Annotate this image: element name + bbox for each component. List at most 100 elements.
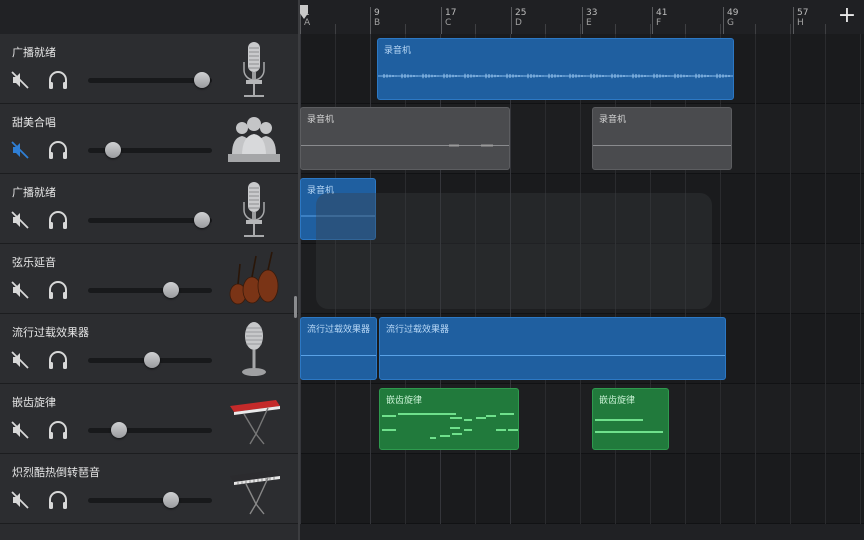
track-lane[interactable]: [300, 454, 864, 524]
track-region[interactable]: 流行过载效果器: [300, 317, 377, 380]
strings-icon[interactable]: [224, 250, 284, 308]
ruler-bar-number: 33: [586, 8, 598, 18]
solo-button[interactable]: [47, 420, 69, 440]
volume-slider[interactable]: [88, 352, 212, 368]
red-synth-keyboard-icon[interactable]: [224, 390, 284, 448]
track-region[interactable]: 录音机: [300, 107, 510, 170]
grid-line: [825, 34, 826, 524]
headphones-icon: [49, 141, 67, 159]
mute-button[interactable]: [10, 140, 30, 160]
track-name[interactable]: 广播就绪: [12, 44, 56, 60]
solo-button[interactable]: [47, 140, 69, 160]
volume-slider[interactable]: [88, 72, 212, 88]
region-placeholder: [316, 193, 712, 309]
volume-slider-knob[interactable]: [163, 282, 180, 298]
solo-button[interactable]: [47, 210, 69, 230]
ruler-bar-tick: [723, 7, 724, 34]
track-name[interactable]: 流行过载效果器: [12, 324, 89, 340]
region-label: 流行过载效果器: [307, 325, 371, 335]
timeline-ruler[interactable]: 1A9B17C25D33E41F49G57H: [300, 0, 830, 34]
volume-slider-track[interactable]: [88, 428, 212, 433]
volume-slider-knob[interactable]: [111, 422, 127, 438]
ruler-section-letter: F: [656, 18, 662, 28]
track-region[interactable]: 录音机: [592, 107, 732, 170]
headphones-icon: [49, 351, 67, 369]
volume-slider-knob[interactable]: [194, 212, 211, 228]
volume-slider[interactable]: [88, 492, 212, 508]
track-name[interactable]: 弦乐延音: [12, 254, 56, 270]
track-name[interactable]: 嵌齿旋律: [12, 394, 56, 410]
volume-slider-track[interactable]: [88, 288, 212, 293]
speaker-muted-icon: [11, 351, 29, 369]
region-label: 录音机: [307, 115, 335, 125]
ruler-minor-tick: [685, 24, 686, 34]
ruler-section-letter: B: [374, 18, 381, 28]
vintage-mic-icon[interactable]: [224, 320, 284, 378]
track-name[interactable]: 广播就绪: [12, 184, 56, 200]
ruler-bar-tick: [652, 7, 653, 34]
choir-icon[interactable]: [224, 110, 284, 168]
volume-slider-track[interactable]: [88, 498, 212, 503]
speaker-muted-icon: [11, 211, 29, 229]
track-header[interactable]: 广播就绪: [0, 34, 298, 104]
track-header[interactable]: 甜美合唱: [0, 104, 298, 174]
track-header[interactable]: 嵌齿旋律: [0, 384, 298, 454]
speaker-muted-icon: [11, 491, 29, 509]
track-header[interactable]: 流行过载效果器: [0, 314, 298, 384]
volume-slider[interactable]: [88, 422, 212, 438]
track-region[interactable]: 流行过载效果器: [379, 317, 726, 380]
region-waveform: [378, 73, 733, 79]
volume-slider-knob[interactable]: [163, 492, 180, 508]
headphones-icon: [49, 281, 67, 299]
mute-button[interactable]: [10, 70, 30, 90]
volume-slider-knob[interactable]: [144, 352, 161, 368]
volume-slider[interactable]: [88, 142, 212, 158]
solo-button[interactable]: [47, 490, 69, 510]
speaker-muted-icon: [11, 71, 29, 89]
region-label: 流行过载效果器: [386, 325, 450, 335]
volume-slider[interactable]: [88, 282, 212, 298]
mute-button[interactable]: [10, 420, 30, 440]
track-region[interactable]: 嵌齿旋律: [592, 388, 669, 450]
track-region[interactable]: 录音机: [377, 38, 734, 100]
solo-button[interactable]: [47, 280, 69, 300]
ruler-bar-number: 41: [656, 8, 668, 18]
resize-handle[interactable]: [294, 296, 297, 318]
ruler-minor-tick: [405, 24, 406, 34]
solo-button[interactable]: [47, 70, 69, 90]
volume-slider-knob[interactable]: [104, 142, 121, 158]
track-header[interactable]: 炽烈酷热倒转琶音: [0, 454, 298, 524]
region-label: 嵌齿旋律: [386, 396, 423, 406]
ruler-section-letter: C: [445, 18, 452, 28]
ruler-bar-tick: [582, 7, 583, 34]
track-header[interactable]: 广播就绪: [0, 174, 298, 244]
mute-button[interactable]: [10, 490, 30, 510]
bottom-scroll-strip[interactable]: [300, 524, 864, 540]
condenser-mic-icon[interactable]: [224, 40, 284, 98]
volume-slider[interactable]: [88, 212, 212, 228]
mute-button[interactable]: [10, 350, 30, 370]
ruler-minor-tick: [825, 24, 826, 34]
ruler-bar-number: 57: [797, 8, 809, 18]
track-name[interactable]: 甜美合唱: [12, 114, 56, 130]
track-header[interactable]: 弦乐延音: [0, 244, 298, 314]
solo-button[interactable]: [47, 350, 69, 370]
ruler-section-letter: G: [727, 18, 734, 28]
track-header-panel: 广播就绪 甜美合唱 广播就绪 弦乐延音 流行过载效果器 嵌齿旋律 炽烈酷热倒转琶音: [0, 0, 298, 540]
condenser-mic-icon[interactable]: [224, 180, 284, 238]
mute-button[interactable]: [10, 210, 30, 230]
track-header-toolbar: [0, 0, 298, 34]
mute-button[interactable]: [10, 280, 30, 300]
speaker-muted-icon: [11, 281, 29, 299]
ruler-section-letter: H: [797, 18, 804, 28]
track-name[interactable]: 炽烈酷热倒转琶音: [12, 464, 100, 480]
volume-slider-knob[interactable]: [194, 72, 211, 88]
track-region[interactable]: 嵌齿旋律: [379, 388, 519, 450]
synth-keyboard-icon[interactable]: [224, 460, 284, 518]
ruler-section-letter: D: [515, 18, 522, 28]
ruler-minor-tick: [545, 24, 546, 34]
ruler-minor-tick: [790, 24, 791, 34]
ruler-minor-tick: [650, 24, 651, 34]
headphones-icon: [49, 421, 67, 439]
add-track-button[interactable]: +: [830, 0, 864, 34]
